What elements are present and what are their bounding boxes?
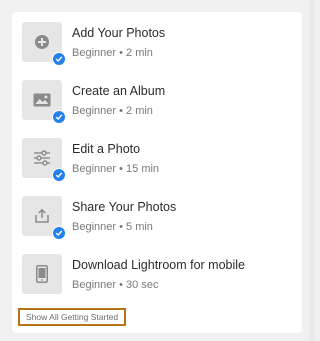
task-thumbnail xyxy=(22,22,66,66)
completed-check-icon xyxy=(52,168,66,182)
plus-circle-icon xyxy=(35,35,49,49)
task-title: Add Your Photos xyxy=(72,26,166,40)
sliders-icon xyxy=(34,150,50,166)
window-scrollbar[interactable] xyxy=(309,0,315,341)
task-edit-a-photo[interactable]: Edit a Photo Beginner • 15 min xyxy=(22,138,292,196)
show-all-getting-started-link[interactable]: Show All Getting Started xyxy=(18,308,127,326)
task-meta: Beginner • 30 sec xyxy=(72,279,159,291)
task-thumbnail xyxy=(22,80,66,124)
share-icon xyxy=(35,208,49,223)
task-meta: Beginner • 2 min xyxy=(72,105,153,117)
getting-started-panel: Add Your Photos Beginner • 2 min Create … xyxy=(12,12,302,333)
task-list: Add Your Photos Beginner • 2 min Create … xyxy=(22,22,292,312)
task-title: Share Your Photos xyxy=(72,200,177,214)
task-thumbnail xyxy=(22,254,62,294)
task-meta: Beginner • 2 min xyxy=(72,47,153,59)
completed-check-icon xyxy=(52,226,66,240)
task-thumbnail xyxy=(22,138,66,182)
completed-check-icon xyxy=(52,110,66,124)
phone-icon xyxy=(36,265,48,283)
task-title: Edit a Photo xyxy=(72,142,141,156)
task-create-an-album[interactable]: Create an Album Beginner • 2 min xyxy=(22,80,292,138)
image-icon xyxy=(33,93,51,107)
task-meta: Beginner • 15 min xyxy=(72,163,160,175)
task-download-lightroom-mobile[interactable]: Download Lightroom for mobile Beginner •… xyxy=(22,254,292,312)
task-title: Download Lightroom for mobile xyxy=(72,258,246,272)
task-add-your-photos[interactable]: Add Your Photos Beginner • 2 min xyxy=(22,22,292,80)
task-thumbnail xyxy=(22,196,66,240)
completed-check-icon xyxy=(52,52,66,66)
task-share-your-photos[interactable]: Share Your Photos Beginner • 5 min xyxy=(22,196,292,254)
task-meta: Beginner • 5 min xyxy=(72,221,153,233)
task-title: Create an Album xyxy=(72,84,166,98)
